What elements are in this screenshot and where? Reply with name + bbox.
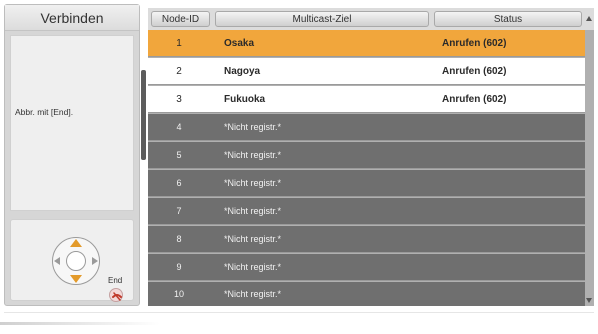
scroll-down-arrow-icon[interactable] [586, 298, 592, 303]
row-target: Fukuoka [224, 94, 266, 105]
table-row[interactable]: 5 *Nicht registr.* [148, 142, 585, 169]
table-row[interactable]: 3 Fukuoka Anrufen (602) [148, 86, 585, 113]
dpad-down-arrow-icon[interactable] [70, 275, 82, 283]
node-table: Node-ID Multicast-Ziel Status 1 Osaka An… [148, 8, 594, 306]
row-status: Anrufen (602) [442, 66, 507, 77]
header-node-id[interactable]: Node-ID [151, 11, 210, 27]
message-box: Abbr. mit [End]. [10, 35, 134, 211]
dpad-center-button[interactable] [66, 251, 86, 271]
table-row[interactable]: 7 *Nicht registr.* [148, 198, 585, 225]
header-multicast-target[interactable]: Multicast-Ziel [215, 11, 429, 27]
dpad-icon[interactable] [51, 233, 101, 291]
end-call-icon[interactable] [109, 288, 123, 302]
row-node-id: 5 [176, 150, 182, 160]
row-node-id: 9 [176, 262, 182, 272]
row-node-id: 1 [176, 38, 182, 49]
table-row[interactable]: 2 Nagoya Anrufen (602) [148, 58, 585, 85]
scroll-up-arrow-icon[interactable] [586, 16, 592, 21]
header-status[interactable]: Status [434, 11, 582, 27]
row-node-id: 7 [176, 206, 182, 216]
dpad-right-arrow-icon[interactable] [92, 257, 98, 265]
row-target: Nagoya [224, 66, 261, 77]
panel-title: Verbinden [5, 5, 139, 31]
row-target: *Nicht registr.* [224, 234, 282, 244]
row-status: Anrufen (602) [442, 94, 507, 105]
row-target: *Nicht registr.* [224, 262, 282, 272]
row-target: Osaka [224, 38, 255, 49]
row-node-id: 3 [176, 94, 182, 105]
left-scroll-indicator [141, 70, 146, 160]
end-label: End [108, 276, 123, 285]
table-row[interactable]: 6 *Nicht registr.* [148, 170, 585, 197]
abort-hint: Abbr. mit [End]. [15, 107, 74, 117]
row-node-id: 10 [173, 289, 184, 299]
dpad-left-arrow-icon[interactable] [54, 257, 60, 265]
row-node-id: 4 [176, 122, 182, 132]
bottom-shadow [0, 322, 160, 325]
row-target: *Nicht registr.* [224, 122, 282, 132]
table-row[interactable]: 9 *Nicht registr.* [148, 254, 585, 281]
table-row[interactable]: 4 *Nicht registr.* [148, 114, 585, 141]
row-node-id: 2 [176, 66, 182, 77]
dpad-up-arrow-icon[interactable] [70, 239, 82, 247]
row-target: *Nicht registr.* [224, 289, 282, 299]
table-row[interactable]: 8 *Nicht registr.* [148, 226, 585, 253]
row-target: *Nicht registr.* [224, 206, 282, 216]
table-row[interactable]: 1 Osaka Anrufen (602) [148, 30, 585, 57]
divider [4, 312, 594, 313]
row-target: *Nicht registr.* [224, 178, 282, 188]
table-row[interactable]: 10 *Nicht registr.* [148, 282, 585, 306]
row-node-id: 8 [176, 234, 182, 244]
table-header: Node-ID Multicast-Ziel Status [148, 8, 594, 30]
row-status: Anrufen (602) [442, 38, 507, 49]
row-node-id: 6 [176, 178, 182, 188]
row-target: *Nicht registr.* [224, 150, 282, 160]
